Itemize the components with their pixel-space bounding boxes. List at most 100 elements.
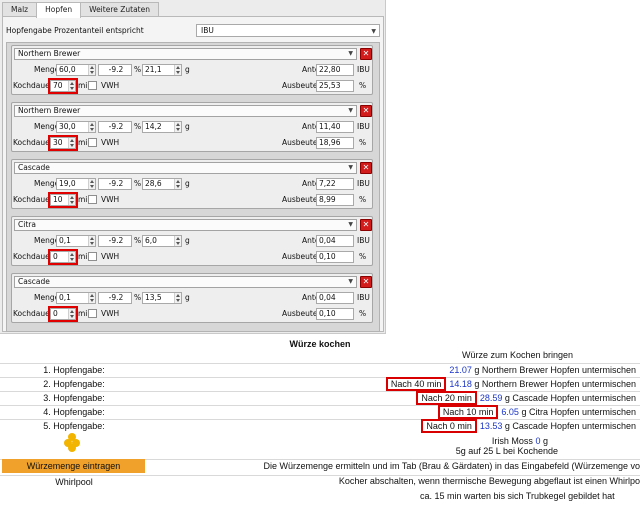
spinner-arrows-icon[interactable] [174,236,181,246]
anteil-input[interactable]: 0,04 [316,235,354,247]
kochdauer-value: 30 [53,138,63,147]
hop-addition-row: 3. Hopfengabe: Nach 20 min28.59 g Cascad… [0,391,640,405]
spinner-arrows-icon[interactable] [88,179,95,189]
hop-variety-name: Cascade [18,163,50,172]
vwh-checkbox[interactable] [88,309,97,318]
ausbeute-field[interactable]: 8,99 [316,194,354,206]
hop-addition-desc: 21.07 g Northern Brewer Hopfen untermisc… [0,365,636,375]
menge-value: 30,0 [59,122,76,131]
tab-weitere-zutaten[interactable]: Weitere Zutaten [80,2,159,17]
hop-variety-select[interactable]: Cascade▼ [14,276,357,288]
kochdauer-input[interactable]: 0 [50,308,76,320]
spinner-arrows-icon[interactable] [68,309,75,319]
menge-input[interactable]: 0,1 [56,235,96,247]
irish-moss-note: 5g auf 25 L bei Kochende [0,446,636,456]
spinner-arrows-icon[interactable] [174,122,181,132]
anteil-input[interactable]: 7,22 [316,178,354,190]
tab-malz[interactable]: Malz [2,2,37,17]
alpha-input[interactable]: 28,6 [142,178,182,190]
delete-hop-button[interactable]: ✕ [360,276,372,288]
ausbeute-field[interactable]: 0,10 [316,308,354,320]
trubkegel-text: ca. 15 min warten bis sich Trubkegel geb… [420,491,640,501]
tab-hopfen[interactable]: Hopfen [36,2,81,18]
hop-amount: 28.59 [480,393,503,403]
percent-unit: % [359,80,366,92]
vwh-checkbox[interactable] [88,252,97,261]
spinner-arrows-icon[interactable] [174,293,181,303]
spinner-arrows-icon[interactable] [174,179,181,189]
anteil-value: 7,22 [319,179,336,188]
spinner-arrows-icon[interactable] [174,65,181,75]
delete-hop-button[interactable]: ✕ [360,48,372,60]
delta-value: -9.2 [109,122,124,131]
menge-input[interactable]: 0,1 [56,292,96,304]
hop-addition-row: 2. Hopfengabe: Nach 40 min14.18 g Northe… [0,377,640,391]
alpha-input[interactable]: 13,5 [142,292,182,304]
alpha-value: 13,5 [145,293,162,302]
alpha-input[interactable]: 14,2 [142,121,182,133]
ausbeute-field[interactable]: 25,53 [316,80,354,92]
hop-variety-name: Northern Brewer [18,49,80,58]
anteil-input[interactable]: 11,40 [316,121,354,133]
vwh-checkbox[interactable] [88,81,97,90]
vwh-label: VWH [101,137,119,149]
ausbeute-field[interactable]: 18,96 [316,137,354,149]
delete-hop-button[interactable]: ✕ [360,219,372,231]
brew-sheet: Würze kochen Würze zum Kochen bringen 1.… [0,336,640,508]
spinner-arrows-icon[interactable] [88,236,95,246]
spinner-arrows-icon[interactable] [68,138,75,148]
anteil-input[interactable]: 22,80 [316,64,354,76]
vwh-checkbox[interactable] [88,138,97,147]
ausbeute-label: Ausbeute [282,251,317,263]
alpha-input[interactable]: 21,1 [142,64,182,76]
wuerzemenge-button[interactable]: Würzemenge eintragen [2,459,145,473]
hop-variety-select[interactable]: Cascade▼ [14,162,357,174]
vwh-label: VWH [101,194,119,206]
kochdauer-label: Kochdauer [13,251,53,263]
delta-field[interactable]: -9.2 [98,292,132,304]
menge-value: 0,1 [59,236,71,245]
alpha-value: 21,1 [145,65,162,74]
spinner-arrows-icon[interactable] [88,65,95,75]
delta-value: -9.2 [109,293,124,302]
hop-variety-select[interactable]: Northern Brewer▼ [14,105,357,117]
delete-hop-button[interactable]: ✕ [360,105,372,117]
spinner-arrows-icon[interactable] [68,252,75,262]
whirlpool-text: Kocher abschalten, wenn thermische Beweg… [150,476,640,486]
anteil-input[interactable]: 0,04 [316,292,354,304]
spinner-arrows-icon[interactable] [88,293,95,303]
hop-variety-select[interactable]: Citra▼ [14,219,357,231]
kochdauer-input[interactable]: 0 [50,251,76,263]
vwh-label: VWH [101,251,119,263]
kochdauer-input[interactable]: 10 [50,194,76,206]
hop-list[interactable]: Northern Brewer▼ ✕ Menge 60,0 -9.2 % 21,… [6,42,380,332]
sheet-title: Würze kochen [0,339,640,349]
kochdauer-label: Kochdauer [13,194,53,206]
menge-value: 19,0 [59,179,76,188]
menge-input[interactable]: 60,0 [56,64,96,76]
menge-value: 60,0 [59,65,76,74]
percent-unit: % [134,121,141,133]
kochdauer-input[interactable]: 70 [50,80,76,92]
spinner-arrows-icon[interactable] [68,195,75,205]
delta-field[interactable]: -9.2 [98,235,132,247]
spinner-arrows-icon[interactable] [68,81,75,91]
menge-value: 0,1 [59,293,71,302]
hop-variety-select[interactable]: Northern Brewer▼ [14,48,357,60]
delta-field[interactable]: -9.2 [98,64,132,76]
ausbeute-field[interactable]: 0,10 [316,251,354,263]
chevron-down-icon: ▼ [348,106,353,116]
delta-field[interactable]: -9.2 [98,121,132,133]
kochdauer-label: Kochdauer [13,308,53,320]
menge-input[interactable]: 30,0 [56,121,96,133]
hop-entry: Northern Brewer▼ ✕ Menge 60,0 -9.2 % 21,… [11,45,373,95]
hop-addition-desc: Nach 0 min13.53 g Cascade Hopfen untermi… [0,421,636,431]
delete-hop-button[interactable]: ✕ [360,162,372,174]
alpha-input[interactable]: 6,0 [142,235,182,247]
vwh-checkbox[interactable] [88,195,97,204]
menge-input[interactable]: 19,0 [56,178,96,190]
spinner-arrows-icon[interactable] [88,122,95,132]
delta-field[interactable]: -9.2 [98,178,132,190]
ibu-mode-select[interactable]: IBU ▼ [196,24,380,37]
kochdauer-input[interactable]: 30 [50,137,76,149]
